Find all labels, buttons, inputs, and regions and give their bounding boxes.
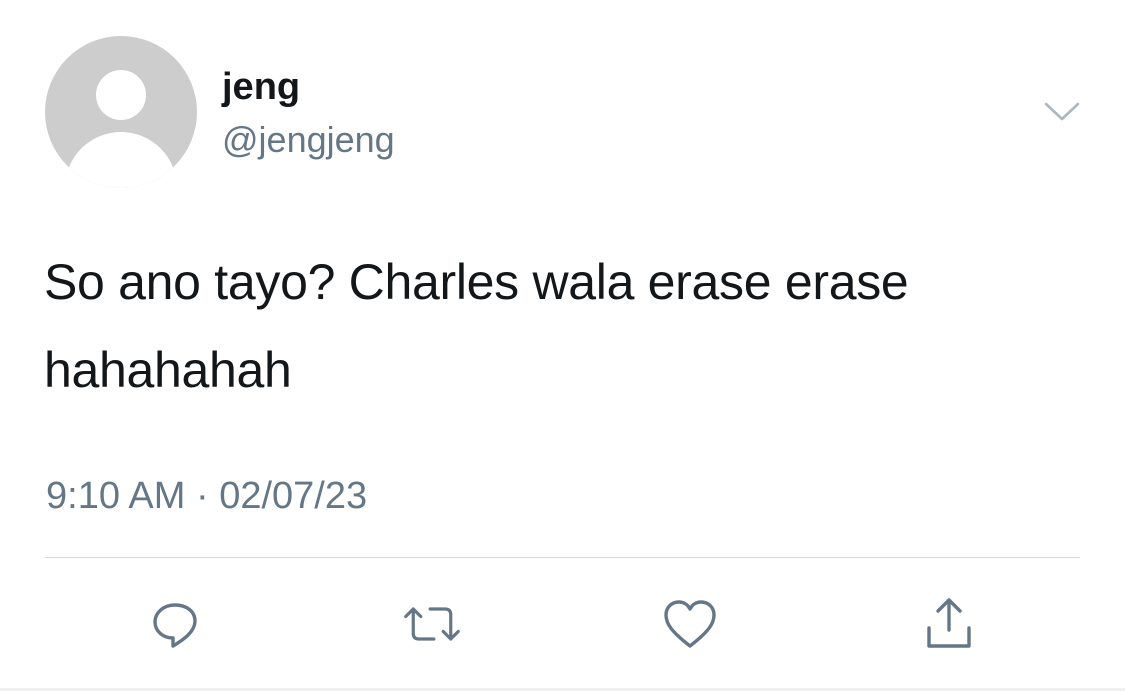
- avatar-body-shape: [65, 132, 177, 188]
- reply-button[interactable]: [145, 594, 205, 654]
- tweet-date: 02/07/23: [219, 475, 368, 517]
- retweet-icon: [404, 607, 460, 641]
- author-handle[interactable]: @jengjeng: [222, 118, 395, 162]
- author-display-name[interactable]: jeng: [222, 64, 300, 110]
- tweet-text-line: So ano tayo? Charles wala erase erase: [44, 254, 909, 310]
- chevron-down-icon[interactable]: [1041, 97, 1083, 125]
- like-button[interactable]: [660, 594, 720, 654]
- retweet-button[interactable]: [402, 594, 462, 654]
- divider: [45, 557, 1080, 558]
- tweet-text: So ano tayo? Charles wala erase erase ha…: [44, 238, 1104, 414]
- timestamp-separator: ·: [195, 475, 209, 517]
- share-icon: [927, 598, 971, 648]
- tweet-time: 9:10 AM: [46, 475, 186, 517]
- heart-icon: [664, 600, 716, 648]
- reply-icon: [153, 603, 197, 648]
- tweet-timestamp: 9:10 AM · 02/07/23: [46, 472, 367, 520]
- tweet-text-line: hahahahah: [44, 342, 292, 398]
- avatar-head-shape: [96, 70, 146, 120]
- avatar[interactable]: [45, 36, 197, 188]
- share-button[interactable]: [919, 594, 979, 654]
